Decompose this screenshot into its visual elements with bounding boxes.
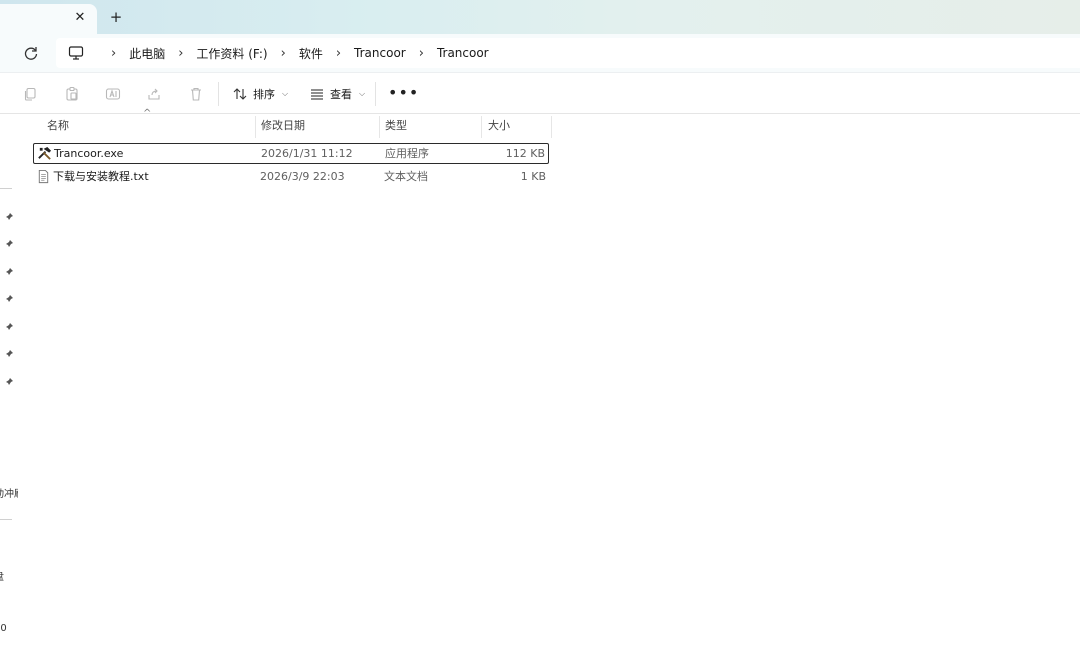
sort-button[interactable]: 排序 ⌵	[232, 83, 288, 105]
breadcrumb-drive-f[interactable]: 工作资料 (F:)	[196, 45, 267, 62]
column-divider[interactable]	[481, 116, 482, 138]
column-header-type[interactable]: 类型	[385, 116, 407, 138]
chevron-right-icon[interactable]: ›	[336, 46, 341, 61]
nav-item-truncated[interactable]: 盘	[0, 568, 4, 583]
column-divider[interactable]	[551, 116, 552, 138]
chevron-right-icon[interactable]: ›	[178, 46, 183, 61]
chevron-right-icon[interactable]: ›	[419, 46, 424, 61]
nav-item-truncated[interactable]: 动冲刷	[0, 485, 18, 500]
breadcrumb-field[interactable]: › 此电脑 › 工作资料 (F:) › 软件 › Trancoor › Tran…	[56, 38, 1080, 68]
chevron-down-icon: ⌵	[359, 89, 366, 98]
breadcrumb-software[interactable]: 软件	[299, 45, 323, 62]
file-name: 下载与安装教程.txt	[53, 170, 149, 183]
column-header-name[interactable]: 名称	[47, 116, 69, 138]
view-button[interactable]: 查看 ⌵	[309, 83, 365, 105]
new-tab-icon[interactable]: +	[108, 9, 124, 25]
breadcrumb-this-pc[interactable]: 此电脑	[129, 45, 165, 62]
pin-icon[interactable]	[4, 212, 14, 222]
view-list-icon	[311, 89, 323, 100]
toolbar-divider	[218, 82, 219, 106]
share-icon[interactable]	[146, 86, 162, 102]
more-options-icon[interactable]: •••	[388, 85, 419, 101]
computer-icon[interactable]	[68, 45, 84, 61]
breadcrumb-trancoor-1[interactable]: Trancoor	[354, 46, 406, 60]
pin-icon[interactable]	[4, 239, 14, 249]
column-divider[interactable]	[255, 116, 256, 138]
pin-icon[interactable]	[4, 349, 14, 359]
chevron-right-icon[interactable]: ›	[111, 46, 116, 61]
file-type: 文本文档	[384, 170, 428, 183]
copy-icon[interactable]	[22, 86, 38, 102]
address-bar: › 此电脑 › 工作资料 (F:) › 软件 › Trancoor › Tran…	[0, 34, 1080, 72]
nav-item-truncated[interactable]: 50	[0, 623, 7, 634]
pin-icon[interactable]	[4, 377, 14, 387]
breadcrumb-trancoor-2[interactable]: Trancoor	[437, 46, 489, 60]
paste-icon[interactable]	[64, 86, 80, 102]
breadcrumb: › 此电脑 › 工作资料 (F:) › 软件 › Trancoor › Tran…	[68, 38, 489, 68]
nav-divider	[0, 188, 12, 189]
column-header-date[interactable]: 修改日期	[261, 116, 305, 138]
command-bar: 排序 ⌵ 查看 ⌵ •••	[0, 72, 1080, 114]
chevron-right-icon[interactable]: ›	[281, 46, 286, 61]
column-divider[interactable]	[379, 116, 380, 138]
sort-label: 排序	[253, 88, 275, 101]
view-label: 查看	[330, 88, 352, 101]
file-size: 1 KB	[520, 170, 546, 183]
close-tab-icon[interactable]: ✕	[72, 10, 88, 26]
table-row[interactable]: Trancoor.exe 2026/1/31 11:12 应用程序 112 KB	[33, 143, 549, 164]
delete-icon[interactable]	[188, 86, 204, 102]
pin-icon[interactable]	[4, 267, 14, 277]
file-size: 112 KB	[505, 147, 545, 160]
nav-divider	[0, 519, 12, 520]
pin-icon[interactable]	[4, 322, 14, 332]
column-header-size[interactable]: 大小	[488, 116, 510, 138]
text-file-icon	[38, 169, 49, 184]
tools-exe-icon	[38, 146, 52, 160]
active-tab[interactable]: ✕	[0, 4, 97, 34]
rename-icon[interactable]	[105, 86, 121, 102]
sort-ascending-icon: ^	[143, 108, 152, 119]
table-row[interactable]: 下载与安装教程.txt 2026/3/9 22:03 文本文档 1 KB	[33, 167, 549, 188]
navigation-pane: 动冲刷 盘 50	[0, 114, 18, 653]
chevron-down-icon: ⌵	[282, 89, 289, 98]
title-tab-strip: ✕ +	[0, 0, 1080, 34]
file-date: 2026/3/9 22:03	[260, 170, 345, 183]
file-name: Trancoor.exe	[54, 147, 124, 160]
sort-arrows-icon	[233, 88, 247, 100]
file-date: 2026/1/31 11:12	[261, 147, 353, 160]
refresh-icon[interactable]	[22, 44, 40, 62]
pin-icon[interactable]	[4, 294, 14, 304]
toolbar-divider	[375, 82, 376, 106]
file-type: 应用程序	[385, 147, 429, 160]
